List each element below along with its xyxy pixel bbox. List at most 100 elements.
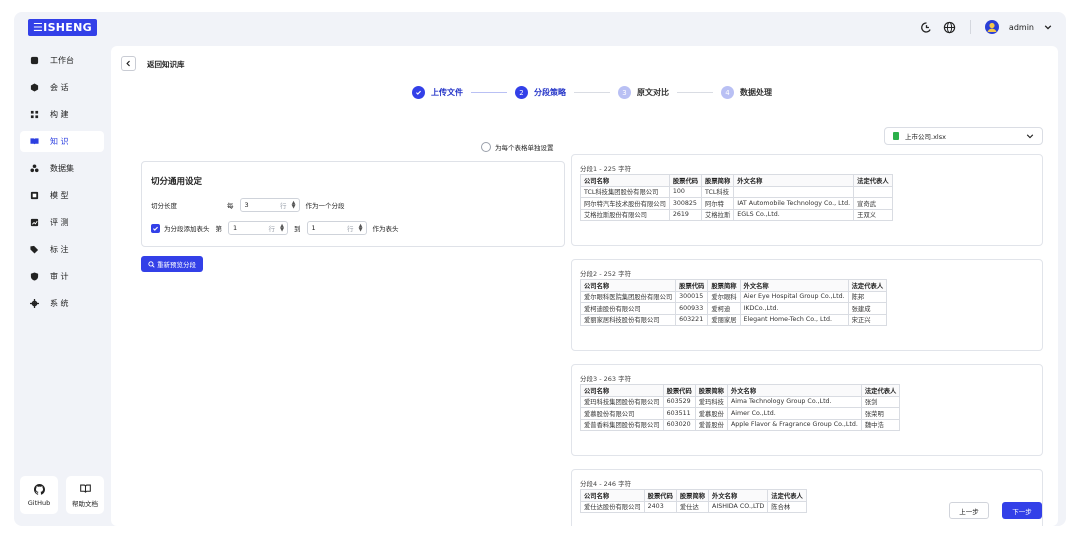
step-1: 上传文件	[412, 86, 463, 99]
segment-title: 分段3 - 263 字符	[580, 375, 632, 383]
search-icon	[148, 260, 155, 268]
header-row-setting: 为分段添加表头 第 1 行 ▲ ▼ 到 1 行 ▲ ▼ 作为表头	[151, 221, 399, 235]
sidebar-item-label: 标 注	[50, 245, 69, 254]
sidebar-item[interactable]: 系 统	[20, 293, 104, 314]
table-header-cell: 外文名称	[726, 384, 862, 397]
segment-table: 公司名称 股票代码 股票简称 外文名称 法定代表人 爱仕达股份有限公司 2403 爱仕达 AIS…	[580, 489, 807, 513]
back-button[interactable]	[121, 56, 136, 71]
table-row: 艾格拉斯股份有限公司 2619 艾格拉斯 EGLS Co.,Ltd. 王双义	[580, 208, 893, 221]
language-globe-icon[interactable]	[943, 21, 956, 34]
chevron-down-icon[interactable]	[1044, 23, 1052, 31]
sidebar-item[interactable]: 审 计	[20, 266, 104, 287]
table-cell: 爱丽家居科技股份有限公司	[579, 313, 677, 326]
sidebar-item-label: 工作台	[50, 56, 74, 65]
table-cell: 艾格拉斯	[701, 208, 735, 221]
step-label: 分段策略	[534, 88, 566, 97]
book-icon	[30, 138, 39, 145]
table-cell: 爱玛科技	[694, 395, 728, 408]
as-segment-label: 作为一个分段	[305, 202, 345, 210]
step-number: 2	[515, 86, 528, 99]
tag-icon	[30, 245, 39, 254]
table-header-cell: 股票代码	[662, 384, 696, 397]
header-to-input[interactable]: 1 行 ▲ ▼	[306, 221, 367, 235]
general-settings-card: 切分通用设定 切分长度 每 3 行 ▲▼ 作为一个分段 为分段添加表头 第 1	[141, 161, 565, 247]
help-docs-label: 帮助文档	[72, 499, 98, 508]
step-2: 2 分段策略	[515, 86, 566, 99]
github-link[interactable]: GitHub	[20, 476, 58, 514]
table-cell: 爱慕股份	[694, 407, 728, 420]
table-header-row: 公司名称 股票代码 股票简称 外文名称 法定代表人	[580, 174, 893, 187]
table-cell: IKDCo.,Ltd.	[739, 302, 849, 315]
segment-card: 分段2 - 252 字符 公司名称 股票代码 股票简称 外文名称 法定代表人 爱尔眼科医院集…	[571, 259, 1043, 351]
table-cell: Aimer Co.,Ltd.	[726, 407, 862, 420]
stepper-arrows-icon[interactable]: ▲ ▼	[359, 224, 363, 233]
header-from-input[interactable]: 1 行 ▲ ▼	[228, 221, 288, 235]
table-cell: 张荣明	[860, 407, 901, 420]
help-docs-link[interactable]: 帮助文档	[66, 476, 104, 514]
table-cell: 宣奇武	[853, 197, 893, 210]
table-cell: 爱玛科技集团股份有限公司	[580, 395, 664, 408]
table-cell: 爱慕股份有限公司	[580, 407, 664, 420]
user-name[interactable]: admin	[1009, 23, 1034, 32]
next-step-button[interactable]: 下一步	[1002, 502, 1042, 519]
build-icon	[30, 110, 39, 119]
add-header-checkbox[interactable]	[151, 223, 160, 233]
table-header-cell: 外文名称	[739, 279, 849, 292]
table-header-row: 公司名称 股票代码 股票简称 外文名称 法定代表人	[580, 384, 901, 397]
stepper-arrows-icon[interactable]: ▲ ▼	[280, 224, 284, 233]
sidebar-item[interactable]: 标 注	[20, 239, 104, 260]
radio-unchecked-icon[interactable]	[481, 142, 491, 152]
sidebar-item-label: 数据集	[50, 164, 74, 173]
sidebar-item[interactable]: 构 建	[20, 104, 104, 125]
step-number: 4	[721, 86, 734, 99]
sidebar-item[interactable]: 数据集	[20, 158, 104, 179]
dashboard-icon	[30, 56, 39, 65]
table-header-cell: 公司名称	[580, 384, 664, 397]
table-cell: Apple Flavor & Fragrance Group Co.,Ltd.	[726, 418, 862, 431]
file-name: 上市公司.xlsx	[905, 133, 946, 141]
app-logo[interactable]: ☰ISHENG	[28, 19, 97, 36]
table-cell	[733, 185, 855, 198]
from-label: 第	[215, 225, 223, 233]
per-table-setting-checkbox[interactable]: 为每个表格单独设置	[481, 142, 554, 152]
rows-per-segment-input[interactable]: 3 行 ▲ ▼	[239, 198, 300, 212]
table-header-cell: 外文名称	[733, 174, 855, 187]
file-select[interactable]: 上市公司.xlsx	[884, 127, 1043, 145]
sidebar-item[interactable]: 知 识	[20, 131, 104, 152]
table-cell: Aier Eye Hospital Group Co.,Ltd.	[739, 290, 849, 303]
to-label: 到	[294, 225, 301, 233]
check-icon	[153, 226, 159, 231]
table-cell: EGLS Co.,Ltd.	[733, 208, 855, 221]
segment-table: 公司名称 股票代码 股票简称 外文名称 法定代表人 爱尔眼科医院集团股份有限公司 30001…	[579, 279, 888, 326]
table-header-cell: 股票代码	[668, 174, 703, 187]
stepper-arrows-icon[interactable]: ▲ ▼	[292, 201, 296, 210]
table-row: 爱普香料集团股份有限公司 603020 爱普股份 Apple Flavor & Fra…	[580, 418, 901, 431]
table-header-cell: 股票简称	[707, 279, 741, 292]
theme-toggle-icon[interactable]	[920, 21, 933, 34]
sidebar-item[interactable]: 会 话	[20, 77, 104, 98]
sidebar-item-label: 评 测	[50, 218, 69, 227]
table-cell: 张剑	[860, 395, 901, 408]
step-3: 3 原文对比	[618, 86, 669, 99]
github-icon	[33, 483, 45, 495]
sidebar-item[interactable]: 模 型	[20, 185, 104, 206]
table-cell: 阿尔特汽车技术股份有限公司	[580, 197, 670, 210]
table-header-cell: 外文名称	[708, 489, 769, 502]
as-header-label: 作为表头	[372, 225, 399, 233]
table-cell: 爱尔眼科	[707, 290, 741, 303]
settings-icon	[30, 299, 39, 308]
sidebar-item[interactable]: 工作台	[20, 50, 104, 71]
table-cell: 2619	[668, 208, 703, 221]
table-row: 爱玛科技集团股份有限公司 603529 爱玛科技 Aima Technology Gr…	[580, 395, 901, 408]
step-number: 3	[618, 86, 631, 99]
sidebar-item[interactable]: 评 测	[20, 212, 104, 233]
main-panel: 返回知识库 上传文件 2 分段策略 3 原文对比 4 数据处理 为每个表格单独设置 切分通用…	[111, 46, 1058, 526]
table-cell: 100	[668, 185, 703, 198]
step-done-check-icon	[412, 86, 425, 99]
prev-step-button[interactable]: 上一步	[949, 502, 989, 519]
rows-unit: 行	[347, 225, 354, 233]
repreview-button[interactable]: 重新预览分段	[141, 256, 203, 272]
user-avatar[interactable]	[984, 20, 999, 34]
table-cell: 603511	[662, 407, 696, 420]
table-header-cell: 股票简称	[701, 174, 735, 187]
